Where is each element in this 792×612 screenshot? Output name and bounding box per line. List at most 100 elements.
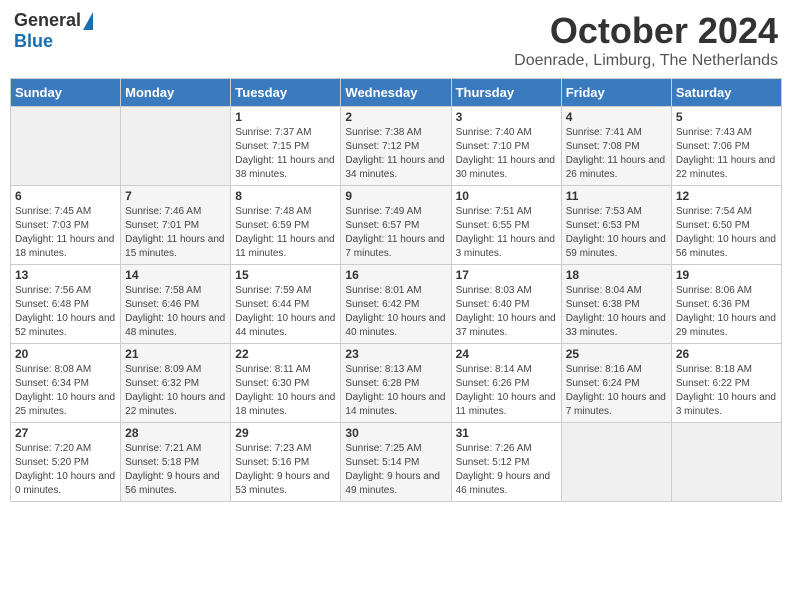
day-number: 22 xyxy=(235,347,336,361)
calendar-week-row: 6 Sunrise: 7:45 AMSunset: 7:03 PMDaylight… xyxy=(11,186,782,265)
calendar-cell: 7 Sunrise: 7:46 AMSunset: 7:01 PMDaylight… xyxy=(121,186,231,265)
day-details: Sunrise: 8:18 AMSunset: 6:22 PMDaylight:… xyxy=(676,363,777,419)
day-details: Sunrise: 7:43 AMSunset: 7:06 PMDaylight:… xyxy=(676,126,777,182)
day-details: Sunrise: 7:37 AMSunset: 7:15 PMDaylight:… xyxy=(235,126,336,182)
title-area: October 2024 Doenrade, Limburg, The Neth… xyxy=(514,10,778,70)
calendar-cell xyxy=(561,423,671,502)
day-details: Sunrise: 7:20 AMSunset: 5:20 PMDaylight:… xyxy=(15,442,116,498)
day-details: Sunrise: 7:45 AMSunset: 7:03 PMDaylight:… xyxy=(15,205,116,261)
day-of-week-header: Friday xyxy=(561,79,671,107)
day-number: 28 xyxy=(125,426,226,440)
day-number: 6 xyxy=(15,189,116,203)
day-number: 20 xyxy=(15,347,116,361)
day-details: Sunrise: 7:40 AMSunset: 7:10 PMDaylight:… xyxy=(456,126,557,182)
calendar-cell: 1 Sunrise: 7:37 AMSunset: 7:15 PMDaylight… xyxy=(231,107,341,186)
calendar-cell: 20 Sunrise: 8:08 AMSunset: 6:34 PMDayligh… xyxy=(11,344,121,423)
month-title: October 2024 xyxy=(514,10,778,52)
day-details: Sunrise: 8:13 AMSunset: 6:28 PMDaylight:… xyxy=(345,363,446,419)
calendar-cell: 16Sunrise: 8:01 AMSunset: 6:42 PMDayligh… xyxy=(341,265,451,344)
day-details: Sunrise: 7:49 AMSunset: 6:57 PMDaylight:… xyxy=(345,205,446,261)
calendar-cell: 29 Sunrise: 7:23 AMSunset: 5:16 PMDayligh… xyxy=(231,423,341,502)
day-number: 3 xyxy=(456,110,557,124)
calendar-cell: 22 Sunrise: 8:11 AMSunset: 6:30 PMDayligh… xyxy=(231,344,341,423)
calendar-cell: 8Sunrise: 7:48 AMSunset: 6:59 PMDaylight… xyxy=(231,186,341,265)
day-number: 18 xyxy=(566,268,667,282)
calendar-cell: 15 Sunrise: 7:59 AMSunset: 6:44 PMDayligh… xyxy=(231,265,341,344)
day-details: Sunrise: 7:58 AMSunset: 6:46 PMDaylight:… xyxy=(125,284,226,340)
day-number: 8 xyxy=(235,189,336,203)
calendar-cell: 18Sunrise: 8:04 AMSunset: 6:38 PMDayligh… xyxy=(561,265,671,344)
calendar-cell: 19 Sunrise: 8:06 AMSunset: 6:36 PMDayligh… xyxy=(671,265,781,344)
calendar-cell: 4 Sunrise: 7:41 AMSunset: 7:08 PMDaylight… xyxy=(561,107,671,186)
calendar-cell: 3 Sunrise: 7:40 AMSunset: 7:10 PMDaylight… xyxy=(451,107,561,186)
calendar-table: SundayMondayTuesdayWednesdayThursdayFrid… xyxy=(10,78,782,502)
logo-triangle-icon xyxy=(83,12,93,30)
day-details: Sunrise: 7:41 AMSunset: 7:08 PMDaylight:… xyxy=(566,126,667,182)
calendar-cell: 26Sunrise: 8:18 AMSunset: 6:22 PMDayligh… xyxy=(671,344,781,423)
day-number: 1 xyxy=(235,110,336,124)
day-number: 9 xyxy=(345,189,446,203)
day-details: Sunrise: 8:06 AMSunset: 6:36 PMDaylight:… xyxy=(676,284,777,340)
calendar-cell xyxy=(121,107,231,186)
day-details: Sunrise: 7:38 AMSunset: 7:12 PMDaylight:… xyxy=(345,126,446,182)
day-number: 10 xyxy=(456,189,557,203)
day-details: Sunrise: 7:54 AMSunset: 6:50 PMDaylight:… xyxy=(676,205,777,261)
day-number: 7 xyxy=(125,189,226,203)
day-number: 13 xyxy=(15,268,116,282)
day-details: Sunrise: 7:23 AMSunset: 5:16 PMDaylight:… xyxy=(235,442,336,498)
day-details: Sunrise: 8:16 AMSunset: 6:24 PMDaylight:… xyxy=(566,363,667,419)
day-details: Sunrise: 7:26 AMSunset: 5:12 PMDaylight:… xyxy=(456,442,557,498)
day-details: Sunrise: 7:53 AMSunset: 6:53 PMDaylight:… xyxy=(566,205,667,261)
calendar-cell: 30 Sunrise: 7:25 AMSunset: 5:14 PMDayligh… xyxy=(341,423,451,502)
day-number: 24 xyxy=(456,347,557,361)
calendar-cell: 13 Sunrise: 7:56 AMSunset: 6:48 PMDayligh… xyxy=(11,265,121,344)
day-details: Sunrise: 7:25 AMSunset: 5:14 PMDaylight:… xyxy=(345,442,446,498)
day-details: Sunrise: 7:56 AMSunset: 6:48 PMDaylight:… xyxy=(15,284,116,340)
day-number: 11 xyxy=(566,189,667,203)
day-number: 31 xyxy=(456,426,557,440)
calendar-cell: 12Sunrise: 7:54 AMSunset: 6:50 PMDayligh… xyxy=(671,186,781,265)
calendar-cell xyxy=(671,423,781,502)
location-subtitle: Doenrade, Limburg, The Netherlands xyxy=(514,52,778,70)
day-number: 25 xyxy=(566,347,667,361)
calendar-cell xyxy=(11,107,121,186)
day-number: 15 xyxy=(235,268,336,282)
day-of-week-header: Tuesday xyxy=(231,79,341,107)
day-number: 17 xyxy=(456,268,557,282)
day-number: 19 xyxy=(676,268,777,282)
day-number: 29 xyxy=(235,426,336,440)
calendar-cell: 23 Sunrise: 8:13 AMSunset: 6:28 PMDayligh… xyxy=(341,344,451,423)
calendar-cell: 24 Sunrise: 8:14 AMSunset: 6:26 PMDayligh… xyxy=(451,344,561,423)
day-number: 2 xyxy=(345,110,446,124)
calendar-cell: 5 Sunrise: 7:43 AMSunset: 7:06 PMDaylight… xyxy=(671,107,781,186)
calendar-cell: 25 Sunrise: 8:16 AMSunset: 6:24 PMDayligh… xyxy=(561,344,671,423)
day-details: Sunrise: 7:46 AMSunset: 7:01 PMDaylight:… xyxy=(125,205,226,261)
day-details: Sunrise: 7:59 AMSunset: 6:44 PMDaylight:… xyxy=(235,284,336,340)
logo: General Blue xyxy=(14,10,93,52)
calendar-cell: 14 Sunrise: 7:58 AMSunset: 6:46 PMDayligh… xyxy=(121,265,231,344)
day-of-week-header: Thursday xyxy=(451,79,561,107)
day-details: Sunrise: 8:14 AMSunset: 6:26 PMDaylight:… xyxy=(456,363,557,419)
calendar-header-row: SundayMondayTuesdayWednesdayThursdayFrid… xyxy=(11,79,782,107)
page-header: General Blue October 2024 Doenrade, Limb… xyxy=(10,10,782,70)
day-details: Sunrise: 8:08 AMSunset: 6:34 PMDaylight:… xyxy=(15,363,116,419)
calendar-cell: 21Sunrise: 8:09 AMSunset: 6:32 PMDayligh… xyxy=(121,344,231,423)
day-number: 30 xyxy=(345,426,446,440)
calendar-cell: 10Sunrise: 7:51 AMSunset: 6:55 PMDayligh… xyxy=(451,186,561,265)
calendar-cell: 28Sunrise: 7:21 AMSunset: 5:18 PMDayligh… xyxy=(121,423,231,502)
day-number: 4 xyxy=(566,110,667,124)
day-details: Sunrise: 8:01 AMSunset: 6:42 PMDaylight:… xyxy=(345,284,446,340)
day-details: Sunrise: 8:11 AMSunset: 6:30 PMDaylight:… xyxy=(235,363,336,419)
calendar-week-row: 1 Sunrise: 7:37 AMSunset: 7:15 PMDaylight… xyxy=(11,107,782,186)
calendar-cell: 6 Sunrise: 7:45 AMSunset: 7:03 PMDaylight… xyxy=(11,186,121,265)
calendar-cell: 17Sunrise: 8:03 AMSunset: 6:40 PMDayligh… xyxy=(451,265,561,344)
day-number: 14 xyxy=(125,268,226,282)
day-number: 5 xyxy=(676,110,777,124)
calendar-cell: 27 Sunrise: 7:20 AMSunset: 5:20 PMDayligh… xyxy=(11,423,121,502)
day-of-week-header: Monday xyxy=(121,79,231,107)
calendar-week-row: 20 Sunrise: 8:08 AMSunset: 6:34 PMDayligh… xyxy=(11,344,782,423)
calendar-week-row: 27 Sunrise: 7:20 AMSunset: 5:20 PMDayligh… xyxy=(11,423,782,502)
day-of-week-header: Saturday xyxy=(671,79,781,107)
day-number: 27 xyxy=(15,426,116,440)
day-number: 23 xyxy=(345,347,446,361)
